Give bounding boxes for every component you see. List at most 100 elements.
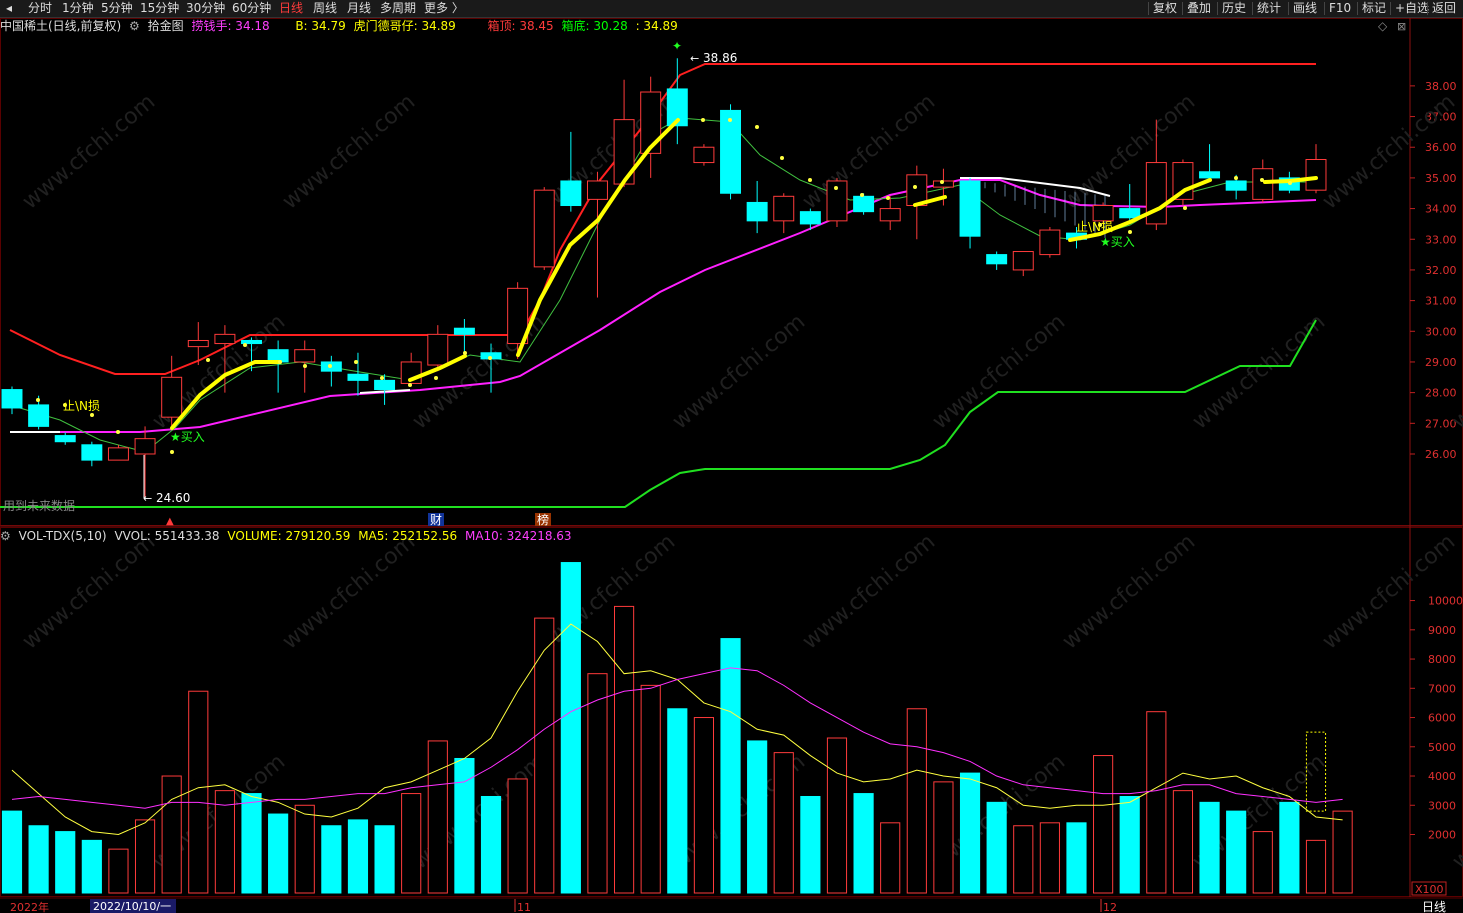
candle-body[interactable]: [1012, 251, 1034, 271]
candle-body[interactable]: [693, 146, 715, 164]
volume-bar[interactable]: [1146, 711, 1167, 894]
volume-bar[interactable]: [640, 684, 661, 894]
candle-body[interactable]: [640, 91, 662, 154]
volume-bar[interactable]: [720, 638, 741, 894]
volume-bar[interactable]: [401, 793, 422, 894]
volume-bar[interactable]: [880, 822, 901, 894]
volume-bar[interactable]: [560, 562, 581, 894]
volume-bar[interactable]: [294, 804, 315, 894]
volume-bar[interactable]: [1119, 795, 1140, 894]
candle-body[interactable]: [533, 189, 555, 268]
candle-body[interactable]: [427, 333, 449, 366]
volume-bar[interactable]: [587, 673, 608, 894]
volume-bar[interactable]: [826, 737, 848, 894]
toolbar-button-3[interactable]: 统计: [1257, 0, 1281, 17]
volume-bar[interactable]: [853, 793, 874, 894]
candle-body[interactable]: [560, 180, 582, 207]
candle-body[interactable]: [107, 447, 129, 461]
volume-bar[interactable]: [1252, 831, 1273, 894]
volume-bar[interactable]: [214, 790, 235, 894]
toolbar-button-5[interactable]: F10: [1329, 0, 1351, 17]
period-tab-5[interactable]: 60分钟: [232, 0, 271, 17]
vol-gear-icon[interactable]: ⚙: [0, 529, 11, 543]
candle-body[interactable]: [453, 327, 475, 335]
volume-bar[interactable]: [347, 819, 369, 894]
candle-body[interactable]: [1092, 205, 1114, 222]
candle-body[interactable]: [1199, 171, 1221, 179]
period-tab-10[interactable]: 更多 〉: [424, 0, 464, 17]
volume-bar[interactable]: [614, 605, 635, 894]
candle-body[interactable]: [959, 180, 981, 237]
toolbar-button-0[interactable]: 复权: [1153, 0, 1177, 17]
volume-bar[interactable]: [1199, 801, 1220, 894]
candle-body[interactable]: [1, 389, 23, 409]
volume-bar[interactable]: [800, 795, 821, 894]
period-tab-7[interactable]: 周线: [313, 0, 337, 17]
volume-bar[interactable]: [28, 825, 49, 894]
volume-bar[interactable]: [241, 793, 262, 894]
candle-body[interactable]: [374, 379, 396, 391]
volume-bar[interactable]: [959, 772, 981, 894]
indicator-gear-icon[interactable]: ⚙: [129, 19, 140, 33]
candle-body[interactable]: [853, 195, 875, 213]
volume-bar[interactable]: [81, 839, 102, 894]
candle-body[interactable]: [1252, 168, 1274, 200]
candle-body[interactable]: [586, 180, 608, 200]
candle-body[interactable]: [1119, 208, 1141, 219]
candle-body[interactable]: [879, 208, 901, 222]
volume-bar[interactable]: [108, 848, 129, 894]
candle-body[interactable]: [187, 339, 209, 348]
candle-body[interactable]: [81, 444, 103, 461]
volume-bar[interactable]: [1013, 825, 1034, 894]
volume-bar[interactable]: [1039, 822, 1060, 894]
volume-bar[interactable]: [773, 752, 794, 894]
period-tab-2[interactable]: 5分钟: [101, 0, 133, 17]
stock-title[interactable]: 中国稀土(日线,前复权): [0, 19, 121, 33]
volume-bar[interactable]: [374, 825, 395, 894]
volume-bar[interactable]: [480, 795, 502, 894]
volume-bar[interactable]: [427, 740, 448, 894]
candle-body[interactable]: [347, 373, 369, 381]
candle-body[interactable]: [720, 109, 742, 194]
volume-bar[interactable]: [1279, 801, 1300, 894]
candle-body[interactable]: [161, 376, 183, 418]
indicator-name[interactable]: 拾金图: [148, 19, 184, 33]
volume-bar[interactable]: [1226, 810, 1247, 894]
volume-bar[interactable]: [268, 813, 289, 894]
volume-bar[interactable]: [134, 819, 156, 894]
volume-bar[interactable]: [1066, 822, 1087, 894]
volume-bar[interactable]: [1, 810, 23, 894]
volume-bar[interactable]: [933, 781, 954, 894]
volume-bar[interactable]: [321, 825, 342, 894]
volume-bar[interactable]: [693, 717, 714, 894]
volume-bar[interactable]: [906, 708, 927, 894]
candle-body[interactable]: [986, 254, 1008, 265]
period-tab-4[interactable]: 30分钟: [186, 0, 225, 17]
period-tab-9[interactable]: 多周期: [380, 0, 416, 17]
volume-bar[interactable]: [1305, 839, 1327, 894]
candle-body[interactable]: [773, 195, 795, 222]
toolbar-button-4[interactable]: 画线: [1293, 0, 1317, 17]
candle-body[interactable]: [799, 211, 821, 225]
volume-bar[interactable]: [1332, 810, 1353, 894]
volume-bar[interactable]: [747, 740, 768, 894]
volume-bar[interactable]: [161, 775, 182, 894]
period-tab-6[interactable]: 日线: [279, 0, 303, 17]
volume-bar[interactable]: [507, 778, 528, 894]
period-tab-3[interactable]: 15分钟: [140, 0, 179, 17]
candle-body[interactable]: [134, 438, 156, 455]
toolbar-button-2[interactable]: 历史: [1222, 0, 1246, 17]
period-tab-8[interactable]: 月线: [347, 0, 371, 17]
candle-body[interactable]: [294, 349, 316, 363]
volume-bar[interactable]: [667, 708, 688, 894]
collapse-arrow-icon[interactable]: ◂: [6, 0, 12, 17]
toolbar-button-8[interactable]: 返回: [1432, 0, 1456, 17]
candle-body[interactable]: [746, 201, 768, 222]
toolbar-button-1[interactable]: 叠加: [1187, 0, 1211, 17]
volume-bar[interactable]: [1093, 755, 1114, 894]
toolbar-button-6[interactable]: 标记: [1362, 0, 1386, 17]
candle-body[interactable]: [28, 404, 50, 427]
chart-canvas[interactable]: 38.0037.0036.0035.0034.0033.0032.0031.00…: [0, 0, 1463, 913]
candle-body[interactable]: [1225, 180, 1247, 191]
candle-body[interactable]: [214, 333, 236, 345]
